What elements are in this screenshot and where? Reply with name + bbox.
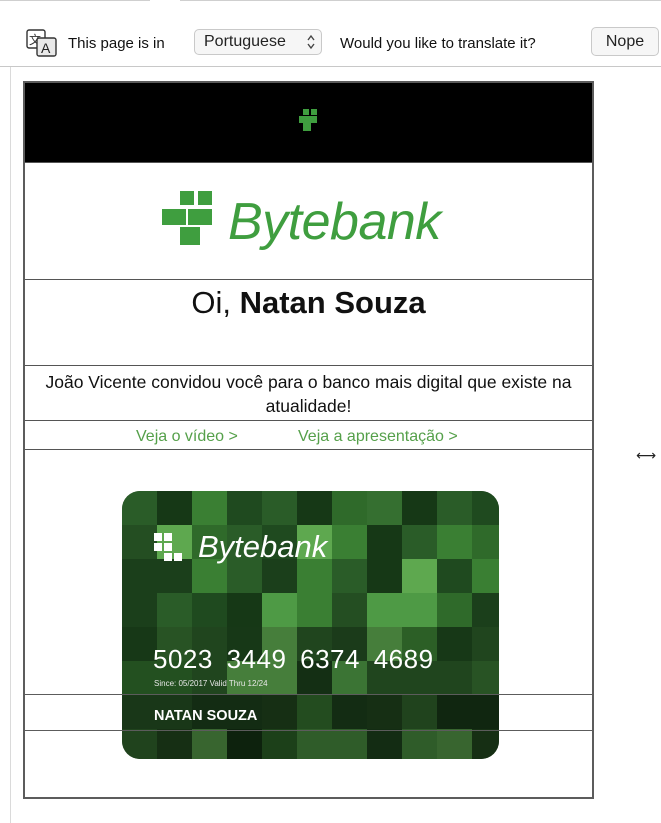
card-pattern-tile xyxy=(227,593,262,627)
card-pattern-tile xyxy=(367,729,402,759)
card-pattern-tile xyxy=(437,559,472,593)
card-pattern-tile xyxy=(227,729,262,759)
card-pattern-tile xyxy=(192,729,227,759)
card-pattern-tile xyxy=(472,559,499,593)
card-pattern-tile xyxy=(437,627,472,661)
card-pattern-tile xyxy=(367,559,402,593)
chevron-updown-icon xyxy=(307,34,315,50)
card-pattern-tile xyxy=(472,627,499,661)
card-pattern-tile xyxy=(122,559,157,593)
language-select[interactable]: Portuguese xyxy=(194,29,322,55)
card-pattern-tile xyxy=(262,491,297,525)
card-pattern-tile xyxy=(437,491,472,525)
card-pattern-tile xyxy=(437,729,472,759)
card-pattern-tile xyxy=(122,593,157,627)
divider xyxy=(25,162,592,163)
card-pattern-tile xyxy=(402,695,437,729)
card-pattern-tile xyxy=(297,729,332,759)
recipient-name: Natan Souza xyxy=(239,285,426,320)
card-pattern-tile xyxy=(227,491,262,525)
card-pattern-tile xyxy=(437,661,472,695)
divider xyxy=(25,449,592,450)
card-pattern-tile xyxy=(402,729,437,759)
translate-prefix: This page is in xyxy=(68,35,165,52)
card-pattern-tile xyxy=(332,729,367,759)
card-pattern-tile xyxy=(437,525,472,559)
video-link[interactable]: Veja o vídeo > xyxy=(136,426,238,448)
greeting-prefix: Oi, xyxy=(191,285,240,320)
card-pattern-tile xyxy=(262,695,297,729)
divider xyxy=(25,365,592,366)
card-pattern-tile xyxy=(157,491,192,525)
card-pattern-tile xyxy=(367,593,402,627)
card-dates: Since: 05/2017 Valid Thru 12/24 xyxy=(154,679,268,688)
card-pattern-tile xyxy=(472,695,499,729)
divider xyxy=(25,730,592,731)
card-pattern-tile xyxy=(122,729,157,759)
card-holder: NATAN SOUZA xyxy=(154,708,258,724)
card-pattern-tile xyxy=(437,695,472,729)
card-pattern-tile xyxy=(122,491,157,525)
nope-button[interactable]: Nope xyxy=(591,27,659,56)
card-pattern-tile xyxy=(402,491,437,525)
card-pattern-tile xyxy=(402,559,437,593)
card-logo-icon xyxy=(154,533,182,561)
card-pattern-tile xyxy=(367,695,402,729)
card-pattern-tile xyxy=(367,525,402,559)
greeting: Oi, Natan Souza xyxy=(25,283,592,323)
card-pattern-tile xyxy=(122,627,157,661)
card-number: 5023 3449 6374 4689 xyxy=(153,644,434,674)
card-pattern-tile xyxy=(192,593,227,627)
invite-text: João Vicente convidou você para o banco … xyxy=(45,372,572,416)
card-pattern-tile xyxy=(297,695,332,729)
divider xyxy=(25,279,592,280)
translate-bar: 文 A This page is in Portuguese Would you… xyxy=(0,0,661,67)
brand-name: Bytebank xyxy=(228,193,441,251)
svg-text:A: A xyxy=(41,40,51,56)
bytebank-logo-icon xyxy=(162,191,212,245)
email-header xyxy=(25,83,592,162)
card-pattern-tile xyxy=(402,525,437,559)
card-pattern-tile xyxy=(332,525,367,559)
card-pattern-tile xyxy=(262,593,297,627)
card-pattern-tile xyxy=(332,593,367,627)
card-pattern-tile xyxy=(367,491,402,525)
credit-card-image: Bytebank 5023 3449 6374 4689 Since: 05/2… xyxy=(122,491,499,759)
translate-icon: 文 A xyxy=(26,29,57,57)
card-pattern-tile xyxy=(332,491,367,525)
card-pattern-tile xyxy=(472,593,499,627)
card-pattern-tile xyxy=(262,729,297,759)
card-pattern-tile xyxy=(297,593,332,627)
card-brand: Bytebank xyxy=(198,529,328,564)
divider xyxy=(25,420,592,421)
email-preview: Bytebank Oi, Natan Souza João Vicente co… xyxy=(23,81,594,799)
horizontal-resize-icon[interactable]: ⟷ xyxy=(636,447,656,464)
language-select-value: Portuguese xyxy=(204,33,286,50)
toolbar-notch xyxy=(150,0,180,8)
translate-question: Would you like to translate it? xyxy=(340,35,536,52)
card-pattern-tile xyxy=(157,559,192,593)
card-pattern-tile xyxy=(297,491,332,525)
presentation-link[interactable]: Veja a apresentação > xyxy=(298,426,458,448)
card-pattern-tile xyxy=(437,593,472,627)
card-pattern-tile xyxy=(157,593,192,627)
card-pattern-tile xyxy=(472,661,499,695)
bytebank-mark-icon xyxy=(299,109,317,131)
card-pattern-tile xyxy=(472,525,499,559)
divider xyxy=(25,694,592,695)
card-pattern-tile xyxy=(472,729,499,759)
card-pattern-tile xyxy=(157,729,192,759)
card-pattern-tile xyxy=(122,661,157,695)
card-pattern-tile xyxy=(122,695,157,729)
card-pattern-tile xyxy=(332,559,367,593)
card-pattern-tile xyxy=(472,491,499,525)
card-pattern-tile xyxy=(402,593,437,627)
card-pattern-tile xyxy=(332,695,367,729)
card-pattern-tile xyxy=(192,491,227,525)
window-edge xyxy=(10,67,11,823)
